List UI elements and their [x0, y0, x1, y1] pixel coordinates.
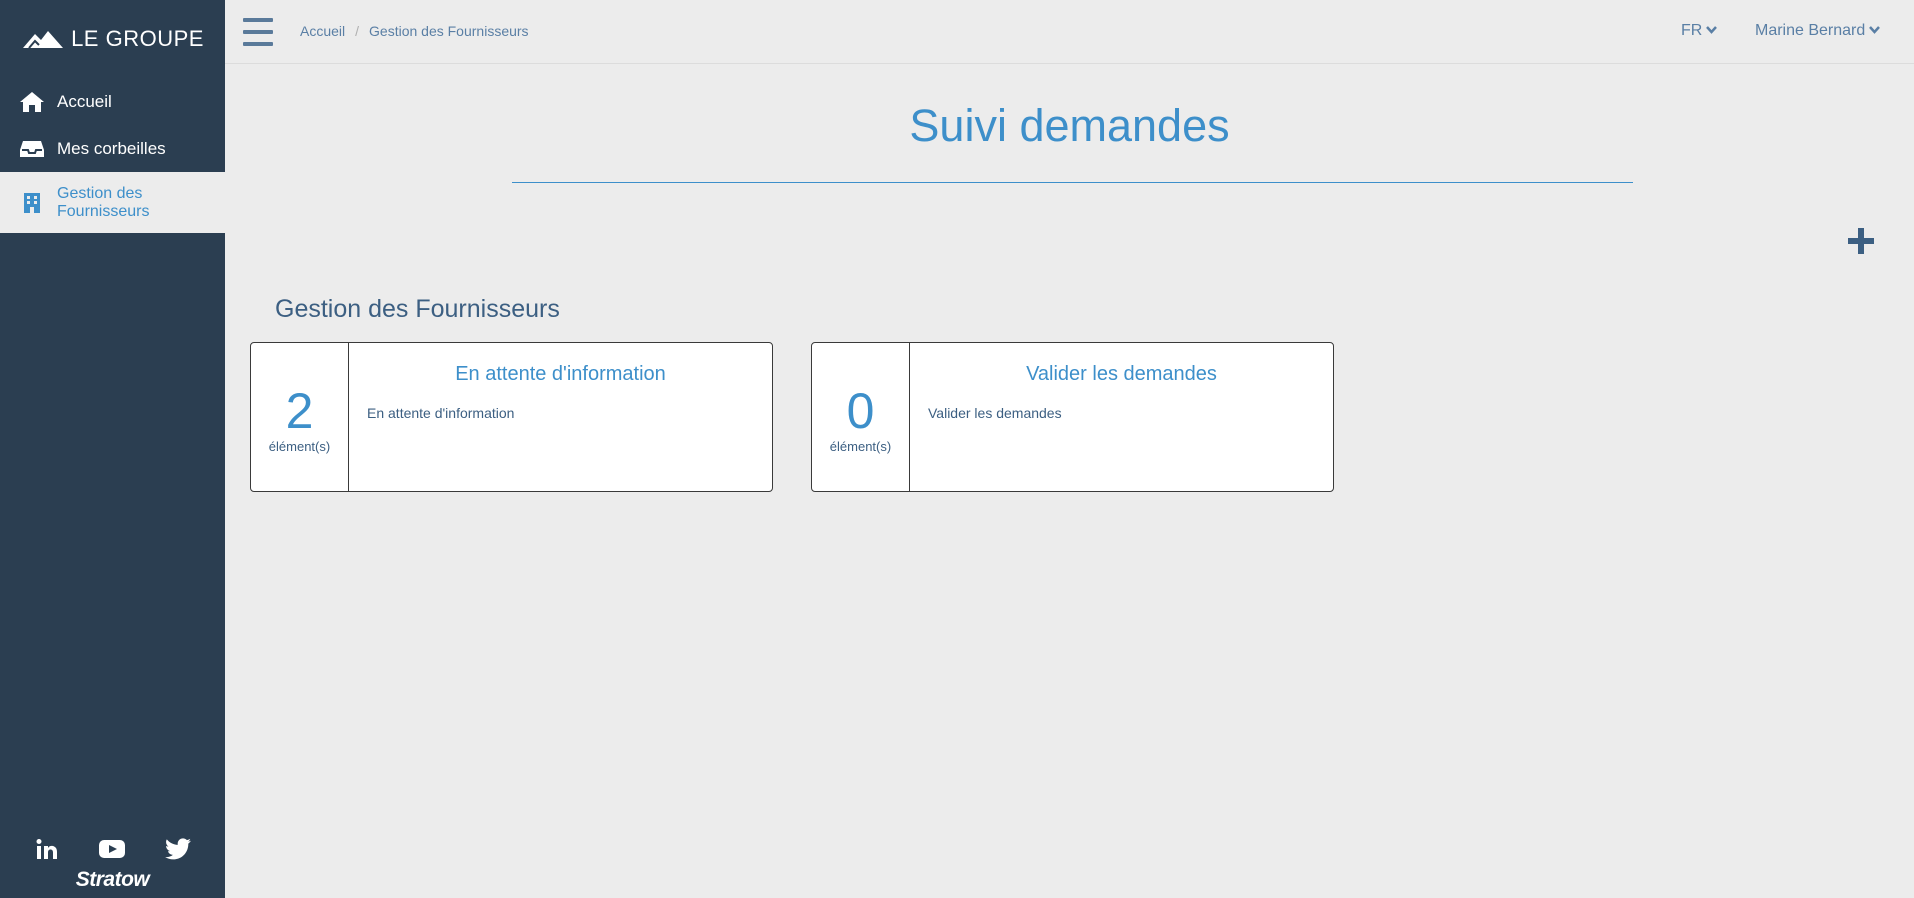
add-icon[interactable]: [1844, 224, 1878, 258]
card-valider[interactable]: 0 élément(s) Valider les demandes Valide…: [811, 342, 1334, 492]
language-dropdown[interactable]: FR: [1681, 22, 1718, 40]
sidebar-item-label: Mes corbeilles: [57, 138, 166, 158]
sidebar-item-accueil[interactable]: Accueil: [0, 78, 225, 125]
title-divider: [512, 182, 1633, 183]
home-icon: [18, 90, 46, 114]
breadcrumb-separator: /: [355, 23, 360, 39]
card-title: En attente d'information: [455, 363, 666, 385]
social-links: [0, 835, 225, 863]
breadcrumb-current: Gestion des Fournisseurs: [369, 23, 529, 39]
section-title: Gestion des Fournisseurs: [275, 295, 560, 323]
youtube-icon[interactable]: [98, 835, 126, 863]
sidebar-item-mes-corbeilles[interactable]: Mes corbeilles: [0, 125, 225, 172]
chevron-down-icon: [1706, 26, 1718, 34]
card-body: Valider les demandes Valider les demande…: [910, 343, 1333, 491]
building-icon: [18, 191, 46, 215]
card-description: Valider les demandes: [928, 405, 1062, 421]
linkedin-icon[interactable]: [33, 835, 61, 863]
sidebar: LE GROUPE Accueil Mes corbeilles Gestion…: [0, 0, 225, 898]
user-menu[interactable]: Marine Bernard: [1755, 22, 1881, 40]
twitter-icon[interactable]: [164, 835, 192, 863]
footer-logo: Stratow: [75, 868, 150, 891]
chevron-down-icon: [1869, 26, 1881, 34]
card-count-label: élément(s): [268, 438, 331, 454]
user-name: Marine Bernard: [1755, 22, 1866, 39]
sidebar-item-label: Gestion des Fournisseurs: [57, 184, 150, 220]
card-en-attente[interactable]: 2 élément(s) En attente d'information En…: [250, 342, 773, 492]
sidebar-item-label: Accueil: [57, 91, 112, 111]
card-title: Valider les demandes: [1026, 363, 1217, 385]
breadcrumb-link-accueil[interactable]: Accueil: [300, 23, 345, 39]
card-count: 2: [285, 382, 314, 439]
language-label: FR: [1681, 22, 1703, 39]
card-body: En attente d'information En attente d'in…: [349, 343, 772, 491]
brand-name: LE GROUPE: [71, 26, 204, 51]
topbar: Accueil / Gestion des Fournisseurs FR Ma…: [225, 0, 1914, 64]
card-count-label: élément(s): [829, 438, 892, 454]
inbox-icon: [18, 137, 46, 161]
sidebar-item-gestion-fournisseurs[interactable]: Gestion des Fournisseurs: [0, 172, 225, 233]
mountain-logo-icon: [23, 31, 64, 49]
menu-toggle-icon[interactable]: [243, 18, 273, 46]
card-count: 0: [846, 382, 875, 439]
page-title: Suivi demandes: [909, 100, 1230, 151]
brand-logo[interactable]: LE GROUPE: [0, 0, 225, 78]
card-description: En attente d'information: [367, 405, 515, 421]
breadcrumb: Accueil / Gestion des Fournisseurs: [300, 23, 529, 39]
card-count-box: 2 élément(s): [251, 343, 349, 491]
card-count-box: 0 élément(s): [812, 343, 910, 491]
